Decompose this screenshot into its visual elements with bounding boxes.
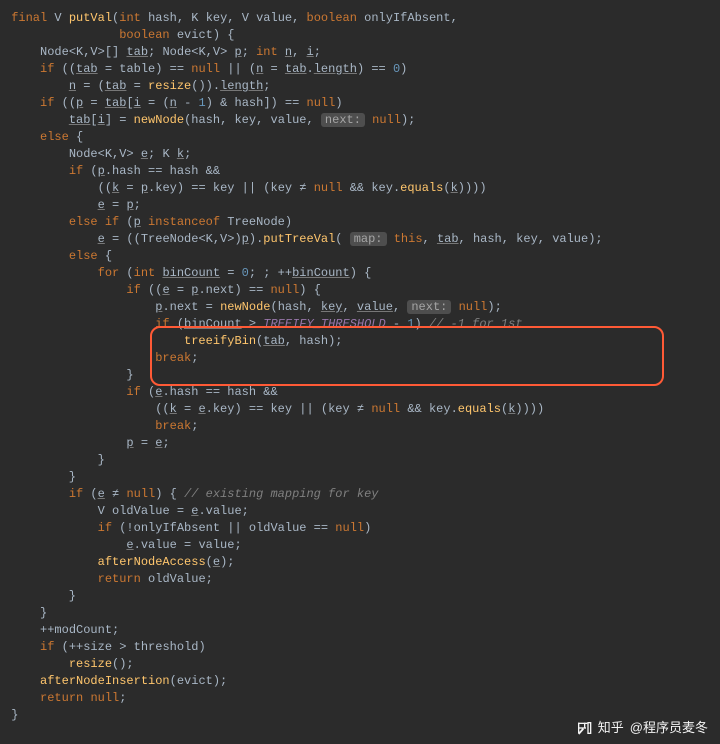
watermark-site: 知乎: [598, 719, 624, 736]
watermark: 知乎 @程序员麦冬: [576, 719, 708, 736]
code-block: final V putVal(int hash, K key, V value,…: [0, 0, 720, 734]
zhihu-logo-icon: [576, 720, 592, 736]
watermark-handle: @程序员麦冬: [630, 719, 708, 736]
